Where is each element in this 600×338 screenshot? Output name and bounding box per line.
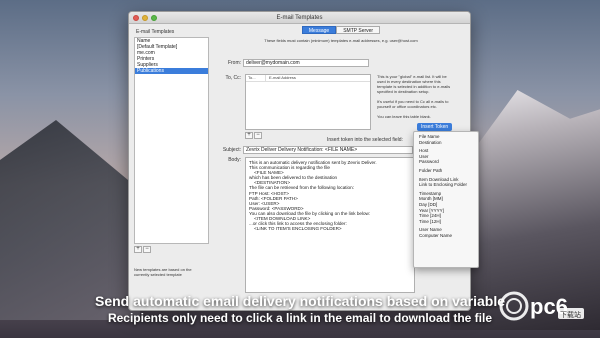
remove-address-button[interactable]: − bbox=[254, 132, 262, 139]
title-bar: E-mail Templates bbox=[129, 12, 470, 24]
subject-field[interactable]: Zevrix Deliver Delivery Notification: <F… bbox=[243, 146, 413, 154]
remove-template-button[interactable]: − bbox=[143, 246, 151, 253]
column-to[interactable]: To... bbox=[246, 75, 266, 81]
body-field[interactable]: This is an automatic delivery notificati… bbox=[245, 157, 415, 293]
subject-label: Subject: bbox=[222, 147, 241, 153]
body-line: <LINK TO ITEM'S ENCLOSING FOLDER> bbox=[249, 226, 342, 232]
column-email-address[interactable]: E-mail Address bbox=[266, 75, 296, 81]
address-buttons: + − bbox=[245, 132, 262, 139]
pc6-logo-icon: pc6 下载站 bbox=[499, 291, 584, 321]
templates-list[interactable]: Name [Default Template] me.com Printers … bbox=[134, 37, 209, 244]
template-item-publications[interactable]: Publications bbox=[135, 68, 208, 74]
menu-item-computer-name[interactable]: Computer Name bbox=[414, 233, 478, 239]
note-line: You can leave this table blank. bbox=[377, 114, 431, 119]
from-row: From: deliver@mydomain.com bbox=[215, 59, 369, 67]
sidebar-header: E-mail Templates bbox=[136, 29, 175, 35]
window-controls bbox=[133, 15, 157, 21]
from-label: From: bbox=[227, 60, 241, 66]
address-table-header: To... E-mail Address bbox=[246, 75, 370, 82]
window-title: E-mail Templates bbox=[276, 15, 323, 21]
watermark-sub: 下载站 bbox=[560, 310, 581, 319]
global-list-note: This is your "global" e-mail list. It wi… bbox=[377, 74, 465, 119]
editor-tabs: Message SMTP Server bbox=[215, 26, 467, 34]
body-label: Body: bbox=[228, 157, 241, 163]
insert-token-button[interactable]: Insert Token bbox=[417, 123, 453, 131]
close-window-icon[interactable] bbox=[133, 15, 139, 21]
tab-message[interactable]: Message bbox=[301, 26, 337, 34]
background-mountain-left bbox=[0, 120, 140, 320]
sidebar-buttons: + − bbox=[134, 246, 209, 253]
subject-row: Subject: Zevrix Deliver Delivery Notific… bbox=[215, 146, 413, 154]
pc6-watermark-logo: pc6 下载站 bbox=[498, 290, 586, 322]
tab-smtp-server[interactable]: SMTP Server bbox=[336, 26, 381, 34]
minimize-window-icon[interactable] bbox=[142, 15, 148, 21]
fields-info-text: These fields must contain (minimum) temp… bbox=[264, 38, 418, 43]
zoom-window-icon[interactable] bbox=[151, 15, 157, 21]
to-cc-label: To, Cc: bbox=[225, 75, 241, 81]
address-table[interactable]: To... E-mail Address bbox=[245, 74, 371, 130]
templates-sidebar: E-mail Templates Name [Default Template]… bbox=[134, 28, 209, 308]
sidebar-note: New templates are based on the currently… bbox=[134, 267, 192, 277]
from-field[interactable]: deliver@mydomain.com bbox=[243, 59, 369, 67]
add-template-button[interactable]: + bbox=[134, 246, 142, 253]
insert-token-label: Insert token into the selected field: bbox=[327, 137, 403, 143]
insert-token-menu: File Name Destination Host User Password… bbox=[413, 131, 479, 268]
add-address-button[interactable]: + bbox=[245, 132, 253, 139]
